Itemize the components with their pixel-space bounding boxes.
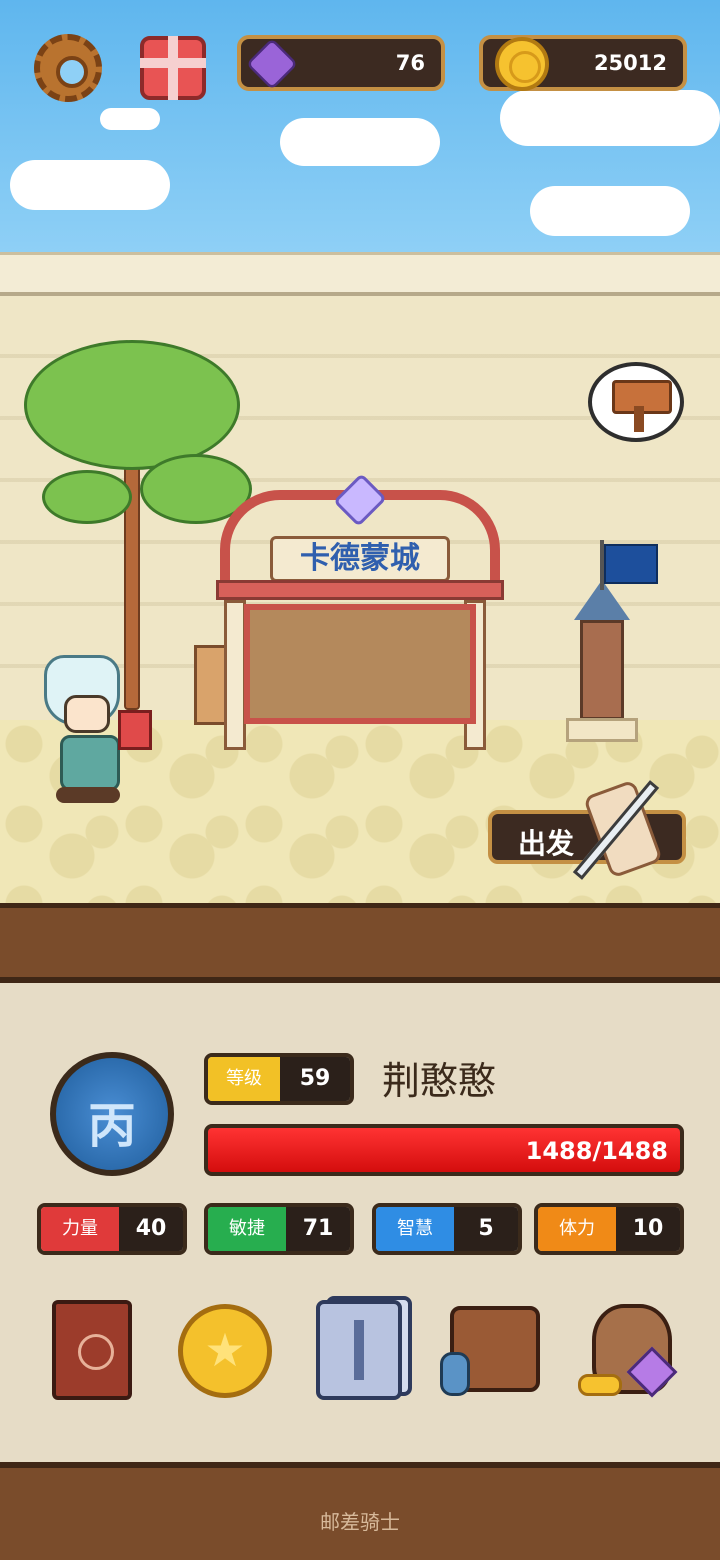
treasure-sack-icon[interactable]: [578, 1296, 678, 1406]
gem-icon: [245, 37, 299, 91]
hero-book-icon[interactable]: [52, 1296, 152, 1406]
gear-icon[interactable]: [34, 34, 102, 102]
stat-value: 5: [454, 1207, 518, 1251]
watch-tower: [566, 580, 638, 742]
small-gift-box: [118, 710, 152, 750]
tree-foliage: [42, 470, 132, 524]
stat-strength: 力量 40: [37, 1203, 187, 1255]
tree-foliage: [24, 340, 240, 470]
cloud: [100, 108, 160, 130]
hero-name: 荆憨憨: [382, 1059, 497, 1103]
stat-agility: 敏捷 71: [204, 1203, 354, 1255]
notice-panel: [244, 604, 476, 724]
gem-counter[interactable]: 76: [237, 35, 445, 91]
potion-icon: [440, 1352, 470, 1396]
stat-label: 体力: [538, 1207, 616, 1251]
coin-pile: [578, 1374, 622, 1396]
cloud: [500, 90, 720, 146]
stat-value: 10: [616, 1207, 680, 1251]
cloud: [530, 186, 690, 236]
stat-label: 力量: [41, 1207, 119, 1251]
stat-wisdom: 智慧 5: [372, 1203, 522, 1255]
gift-icon[interactable]: [140, 36, 206, 100]
book-cover: [52, 1300, 132, 1400]
card-deck-icon[interactable]: [316, 1296, 416, 1406]
stat-stamina: 体力 10: [534, 1203, 684, 1255]
board-beam: [216, 580, 504, 600]
hero-face: [64, 695, 110, 733]
star-medal-icon[interactable]: [178, 1296, 278, 1406]
gold-coin-icon: [495, 37, 549, 91]
depart-label: 出发: [518, 827, 575, 860]
stat-value: 71: [286, 1207, 350, 1251]
cloud: [280, 118, 440, 166]
signpost-bubble-icon[interactable]: [588, 362, 684, 442]
stat-label: 智慧: [376, 1207, 454, 1251]
gold-amount: 25012: [593, 51, 667, 75]
hero-feet: [56, 787, 120, 803]
dirt-divider: [0, 903, 720, 983]
rank-glyph: 丙: [87, 1098, 136, 1154]
blue-flag: [604, 544, 658, 584]
gem-amount: 76: [395, 51, 425, 75]
cloud: [10, 160, 170, 210]
stat-value: 40: [119, 1207, 183, 1251]
level-label: 等级: [208, 1057, 280, 1101]
tower-body: [580, 620, 624, 720]
wall-top: [0, 252, 720, 296]
card-front: [316, 1300, 402, 1400]
hero-body: [60, 735, 120, 791]
gold-counter[interactable]: 25012: [479, 35, 687, 91]
level-value: 59: [280, 1057, 350, 1101]
level-box: 等级 59: [204, 1053, 354, 1105]
stat-label: 敏捷: [208, 1207, 286, 1251]
town-scene: 卡德蒙城 76 25012 出发: [0, 0, 720, 910]
footer-bar: 邮差骑士: [0, 1462, 720, 1560]
medal-coin: [178, 1304, 272, 1398]
rank-badge[interactable]: 丙: [50, 1052, 174, 1176]
hp-bar: 1488/1488: [204, 1124, 684, 1176]
board-post: [224, 600, 246, 750]
hp-text: 1488/1488: [525, 1137, 668, 1165]
tower-base: [566, 718, 638, 742]
backpack-icon[interactable]: [440, 1296, 540, 1406]
app-title: 邮差骑士: [320, 1510, 400, 1534]
town-name-sign: 卡德蒙城: [270, 536, 450, 582]
notice-board[interactable]: 卡德蒙城: [216, 470, 504, 750]
